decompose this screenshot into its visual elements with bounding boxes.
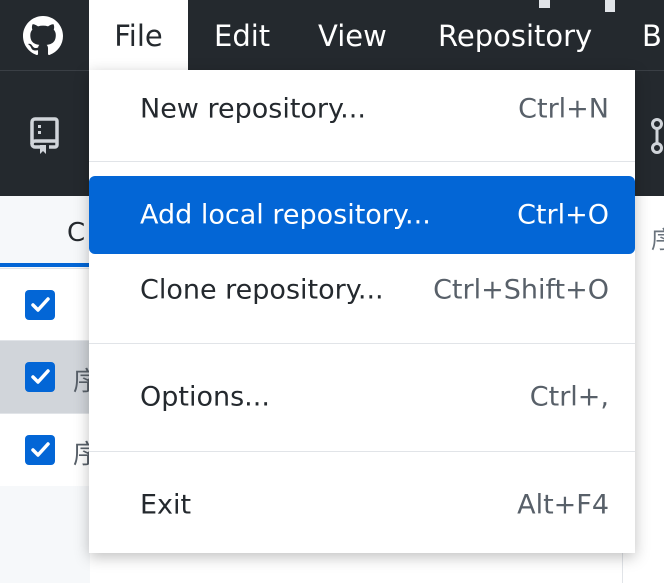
- menu-item-shortcut: Ctrl+N: [518, 93, 609, 125]
- github-desktop-window: File Edit View Repository Br: [0, 0, 664, 583]
- history-tab-label: 序: [651, 226, 664, 254]
- github-octocat-icon: [23, 16, 63, 56]
- menu-item-shortcut: Alt+F4: [517, 489, 609, 521]
- menu-file[interactable]: File: [89, 0, 188, 70]
- window-edge-fragment: [539, 0, 550, 8]
- tab-active-indicator: [0, 263, 90, 267]
- changes-tab[interactable]: C: [0, 196, 90, 269]
- tab-label: C: [67, 218, 86, 248]
- menu-item-label: Exit: [140, 489, 192, 521]
- menu-edit[interactable]: Edit: [214, 0, 270, 70]
- menu-item-shortcut: Ctrl+Shift+O: [433, 274, 609, 306]
- checkmark-icon: [31, 297, 50, 312]
- sidebar-footer: [0, 486, 90, 583]
- menu-repository[interactable]: Repository: [438, 0, 592, 70]
- file-row[interactable]: 序: [0, 414, 99, 487]
- menu-item-label: Clone repository...: [140, 274, 384, 306]
- menu-separator: [89, 161, 635, 162]
- menu-separator: [89, 451, 635, 452]
- window-edge-fragment: [605, 0, 615, 12]
- menu-item-label: Add local repository...: [140, 199, 431, 231]
- menu-item-label: Options...: [140, 381, 270, 413]
- file-row[interactable]: 序: [0, 341, 99, 414]
- menu-item-clone-repository[interactable]: Clone repository... Ctrl+Shift+O: [89, 251, 635, 329]
- menu-item-shortcut: Ctrl+,: [529, 381, 609, 413]
- file-menu-dropdown: New repository... Ctrl+N Add local repos…: [89, 70, 635, 553]
- checkmark-icon: [31, 369, 50, 384]
- checkbox-checked[interactable]: [25, 362, 55, 392]
- menu-item-add-local-repository[interactable]: Add local repository... Ctrl+O: [89, 176, 635, 254]
- checkbox-checked[interactable]: [25, 435, 55, 465]
- menu-branch[interactable]: Br: [642, 0, 664, 70]
- menu-bar: File Edit View Repository Br: [0, 0, 664, 70]
- repository-icon[interactable]: [29, 116, 61, 156]
- branch-icon[interactable]: [650, 116, 664, 156]
- menu-item-shortcut: Ctrl+O: [517, 199, 609, 231]
- menu-item-new-repository[interactable]: New repository... Ctrl+N: [89, 70, 635, 148]
- menu-separator: [89, 343, 635, 344]
- menu-item-exit[interactable]: Exit Alt+F4: [89, 466, 635, 544]
- checkbox-checked[interactable]: [25, 290, 55, 320]
- menu-view[interactable]: View: [318, 0, 387, 70]
- menu-item-label: New repository...: [140, 93, 366, 125]
- file-row[interactable]: [0, 268, 90, 341]
- checkmark-icon: [31, 442, 50, 457]
- menu-item-options[interactable]: Options... Ctrl+,: [89, 358, 635, 436]
